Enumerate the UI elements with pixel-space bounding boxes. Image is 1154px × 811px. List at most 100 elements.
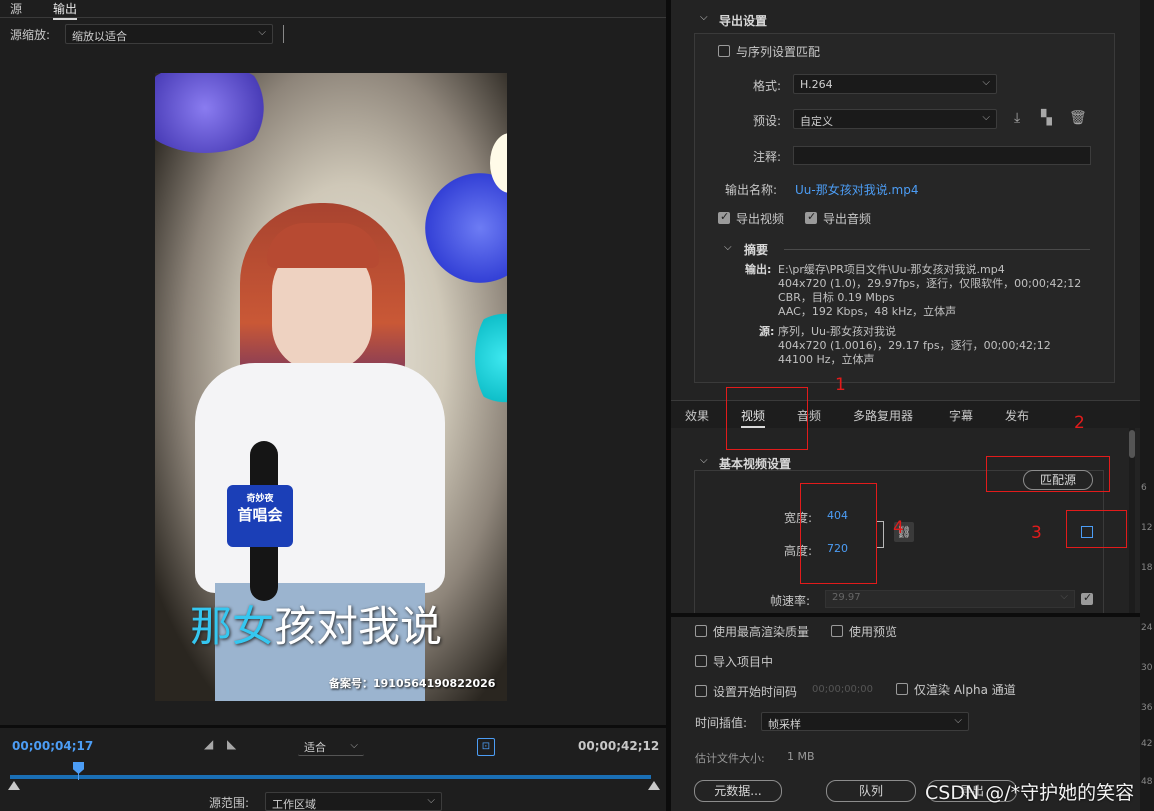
summary-source-line-1: 序列，Uu-那女孩对我说 (778, 325, 896, 338)
csdn-watermark: CSDN @/*守护她的笑容 (925, 782, 1135, 804)
mark-in-icon[interactable]: ◢ (204, 737, 213, 751)
mic-flag: 奇妙夜 首唱会 (227, 485, 293, 547)
person-bangs (267, 223, 379, 268)
timeline-track[interactable] (10, 775, 651, 779)
current-time[interactable]: 00;00;04;17 (12, 739, 93, 753)
metadata-button[interactable]: 元数据... (694, 780, 782, 802)
save-preset-icon[interactable]: ⤓ (1014, 110, 1020, 126)
tab-multiplexer[interactable]: 多路复用器 (853, 407, 913, 424)
ruler-number: 18 (1141, 563, 1153, 573)
output-preview-panel: 源 输出 源缩放: 缩放以适合 ⌵ 奇妙夜 首唱会 那女孩对我说 备案号：191… (0, 0, 666, 811)
chevron-down-icon: ⌵ (258, 27, 266, 38)
playhead-line (78, 772, 79, 780)
framerate-label: 帧速率: (770, 594, 811, 608)
summary-collapse-icon[interactable]: ⌵ (724, 242, 732, 253)
comment-input[interactable] (793, 146, 1091, 165)
source-range-value: 工作区域 (272, 798, 316, 811)
timeline-end-marker[interactable] (648, 781, 660, 790)
time-interpolation-dropdown[interactable]: 帧采样 ⌵ (761, 712, 969, 731)
start-timecode-checkbox[interactable] (695, 685, 707, 697)
chevron-down-icon: ⌵ (350, 740, 358, 751)
queue-button[interactable]: 队列 (826, 780, 916, 802)
output-name-link[interactable]: Uu-那女孩对我说.mp4 (795, 181, 918, 198)
ruler-number: 24 (1141, 623, 1153, 633)
caption-blue: 那女 (190, 602, 275, 651)
format-value: H.264 (800, 78, 833, 91)
fit-value: 适合 (304, 741, 326, 754)
format-label: 格式: (753, 79, 782, 93)
summary-output-line-2: 404x720 (1.0)，29.97fps，逐行，仅限软件，00;00;42;… (778, 277, 1082, 290)
annotation-box-dimensions (800, 483, 877, 584)
import-project-checkbox[interactable] (695, 655, 707, 667)
use-previews-checkbox[interactable] (831, 625, 843, 637)
import-project-label: 导入项目中 (713, 655, 774, 669)
annotation-box-video-tab (726, 387, 808, 450)
source-range-dropdown[interactable]: 工作区域 ⌵ (265, 792, 442, 811)
annotation-number-2: 2 (1074, 413, 1085, 433)
annotation-box-checkbox (1066, 510, 1127, 548)
ruler-number: 12 (1141, 523, 1153, 533)
caption-white: 孩对我说 (274, 602, 443, 651)
estimated-size-value: 1 MB (787, 750, 815, 763)
preset-dropdown[interactable]: 自定义 ⌵ (793, 109, 997, 129)
tab-effects[interactable]: 效果 (685, 407, 709, 424)
tab-captions[interactable]: 字幕 (949, 407, 973, 424)
render-alpha-checkbox[interactable] (896, 683, 908, 695)
match-sequence-checkbox[interactable] (718, 45, 730, 57)
import-preset-icon[interactable]: ▚ (1041, 110, 1052, 126)
chevron-down-icon: ⌵ (954, 715, 962, 726)
preset-value: 自定义 (800, 115, 833, 128)
collapse-icon[interactable]: ⌵ (700, 12, 708, 23)
timeline-divider (0, 725, 666, 728)
bokeh-blue (425, 173, 507, 283)
annotation-box-match-source (986, 456, 1110, 492)
output-name-label: 输出名称: (725, 183, 778, 197)
annotation-number-1: 1 (835, 375, 846, 395)
chevron-down-icon: ⌵ (427, 795, 435, 806)
export-audio-label: 导出音频 (823, 212, 872, 226)
delete-preset-icon[interactable]: 🗑 (1069, 110, 1087, 126)
estimated-size-label: 估计文件大小: (695, 752, 765, 765)
max-render-quality-label: 使用最高渲染质量 (713, 625, 810, 639)
summary-output-label: 输出: (745, 263, 772, 276)
framerate-match-checkbox[interactable] (1081, 591, 1093, 605)
tab-divider (0, 17, 666, 18)
start-timecode-value: 00;00;00;00 (812, 684, 874, 695)
summary-rule (784, 249, 1090, 250)
divider (283, 25, 284, 43)
max-render-quality-checkbox[interactable] (695, 625, 707, 637)
tab-publish[interactable]: 发布 (1005, 407, 1029, 424)
export-video-label: 导出视频 (736, 212, 785, 226)
video-caption: 那女孩对我说 (190, 593, 442, 654)
right-ruler: 6 12 18 24 30 36 42 48 (1140, 0, 1154, 811)
export-audio-checkbox[interactable] (805, 210, 817, 224)
tab-source[interactable]: 源 (10, 0, 22, 17)
safe-margin-icon[interactable]: ⊡ (477, 738, 495, 756)
link-bracket (877, 521, 884, 548)
fit-dropdown[interactable]: 适合 ⌵ (298, 738, 364, 756)
scrollbar-thumb[interactable] (1129, 430, 1135, 458)
timeline-start-marker[interactable] (8, 781, 20, 790)
annotation-number-3: 3 (1031, 523, 1042, 543)
video-preview-frame: 奇妙夜 首唱会 那女孩对我说 备案号：1910564190822026 (155, 73, 507, 701)
ruler-number: 6 (1141, 483, 1147, 493)
ruler-number: 36 (1141, 703, 1153, 713)
export-settings-title: 导出设置 (719, 14, 768, 28)
summary-output-line-3: CBR，目标 0.19 Mbps (778, 291, 895, 304)
source-scale-dropdown[interactable]: 缩放以适合 ⌵ (65, 24, 273, 44)
ruler-number: 48 (1141, 777, 1153, 787)
summary-output-line-1: E:\pr缓存\PR项目文件\Uu-那女孩对我说.mp4 (778, 263, 1005, 276)
end-time: 00;00;42;12 (578, 739, 660, 753)
export-video-checkbox[interactable] (718, 210, 730, 224)
chevron-down-icon: ⌵ (1060, 591, 1068, 602)
format-dropdown[interactable]: H.264 ⌵ (793, 74, 997, 94)
source-range-label: 源范围: (209, 796, 250, 810)
chevron-down-icon: ⌵ (982, 112, 990, 123)
bokeh-cyan (475, 303, 507, 413)
mark-out-icon[interactable]: ◣ (227, 737, 236, 751)
record-number: 备案号：1910564190822026 (329, 677, 496, 690)
ruler-number: 30 (1141, 663, 1153, 673)
comment-label: 注释: (753, 150, 782, 164)
annotation-number-4: 4 (893, 518, 904, 538)
video-settings-collapse-icon[interactable]: ⌵ (700, 455, 708, 466)
